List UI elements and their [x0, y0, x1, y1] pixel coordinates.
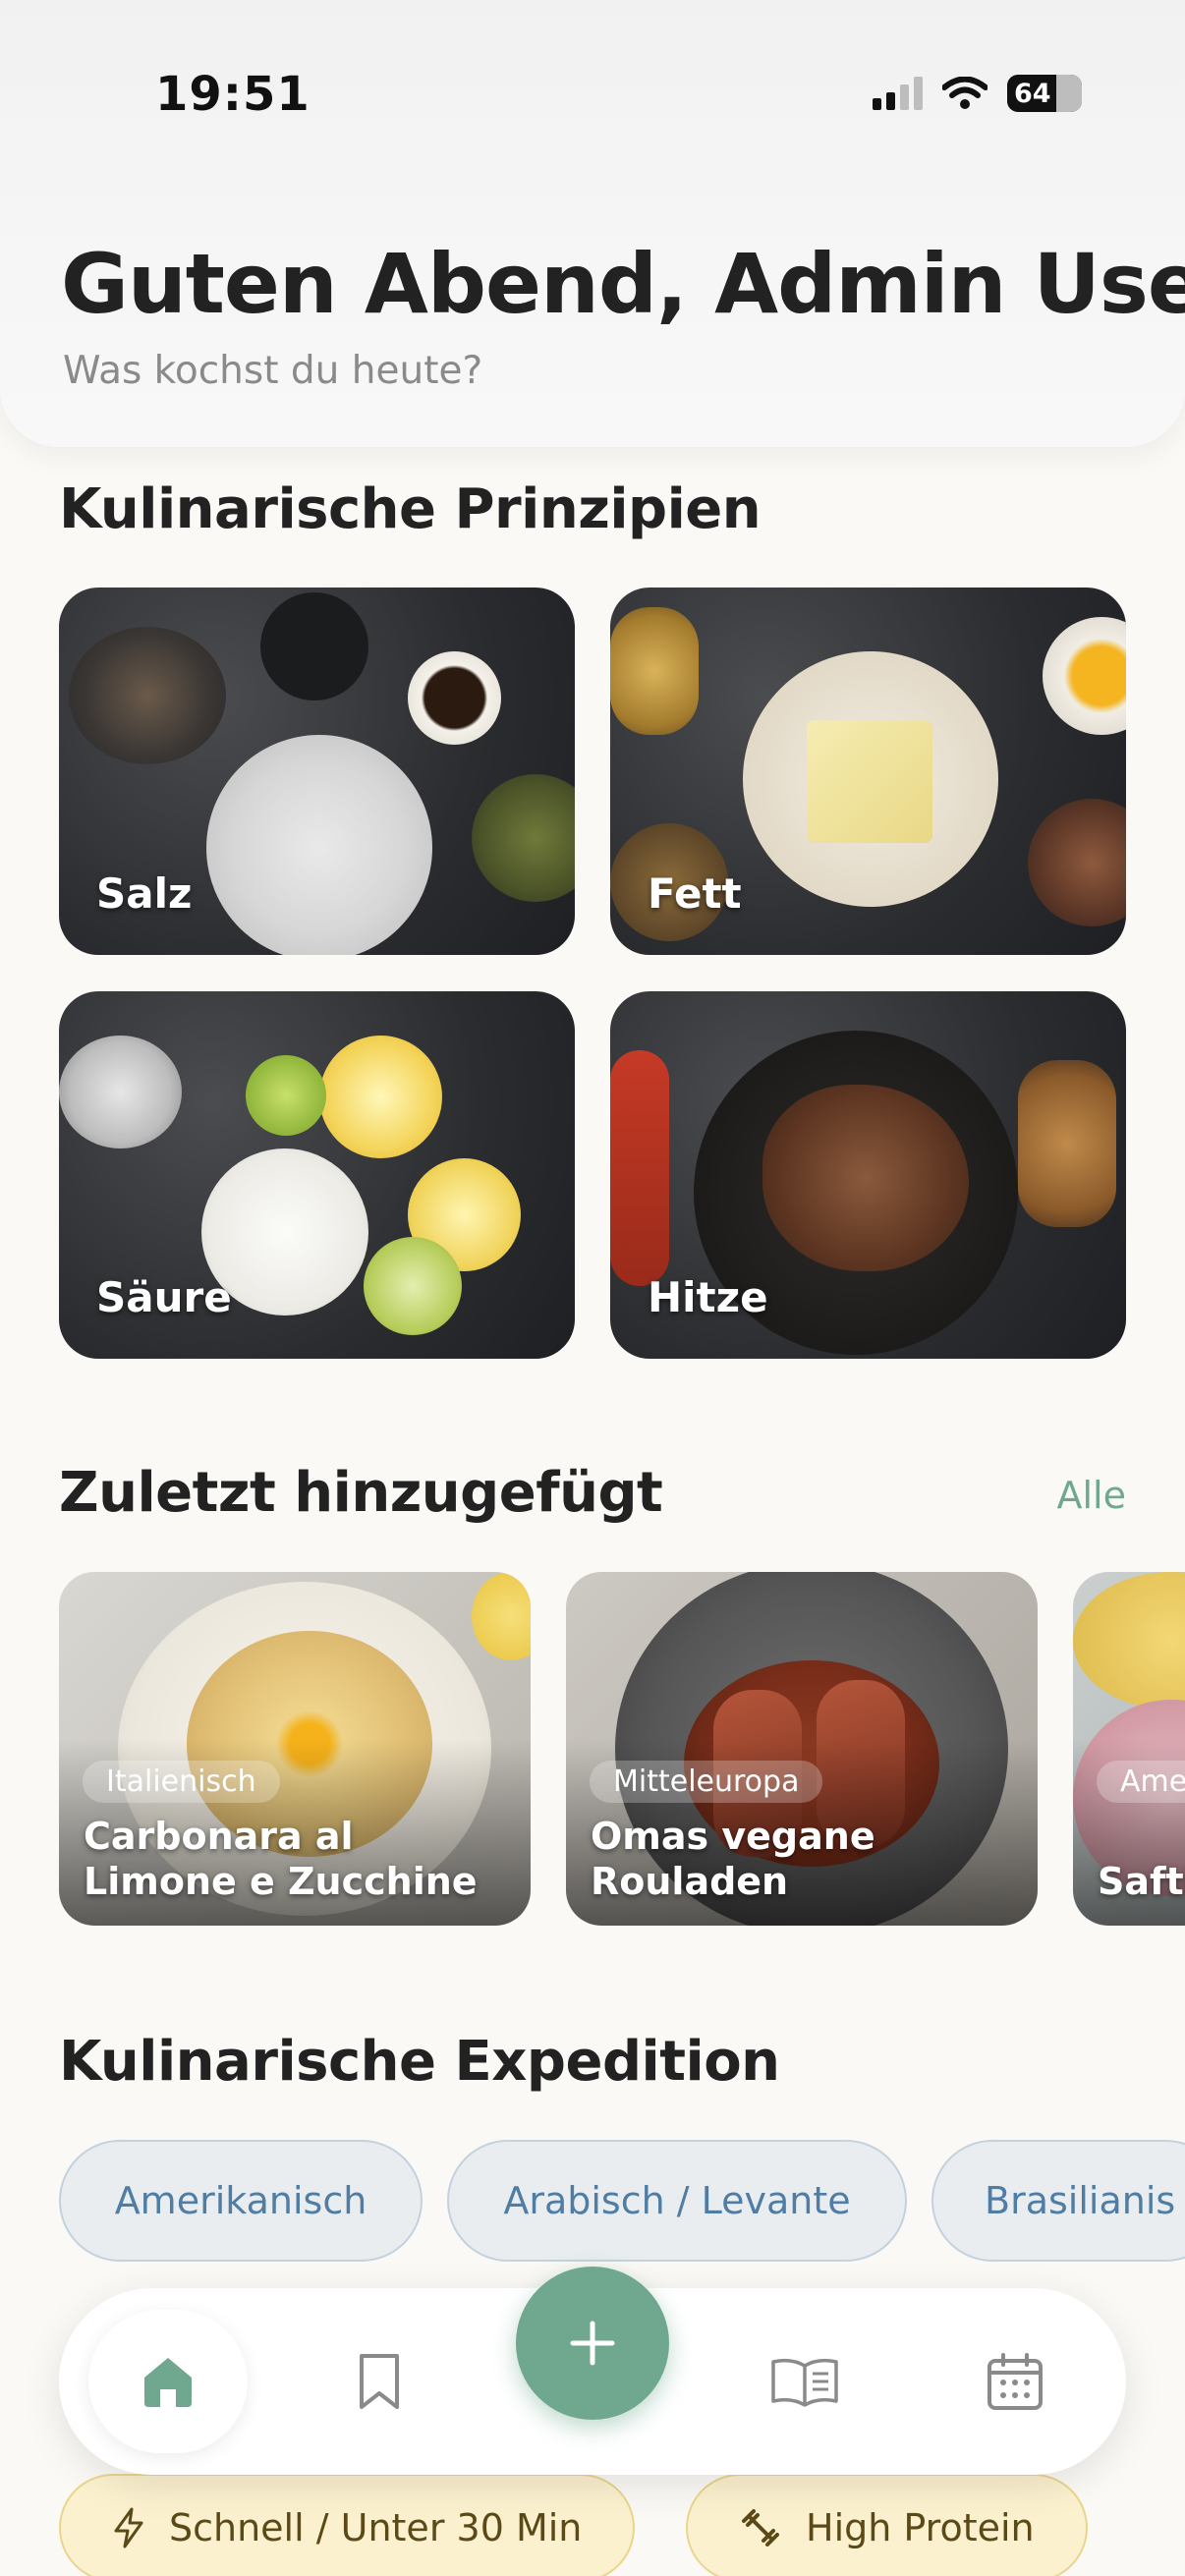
- battery-icon: 64: [1007, 75, 1082, 112]
- expedition-title: Kulinarische Expedition: [59, 2030, 780, 2094]
- nav-bookmarks[interactable]: [318, 2321, 440, 2442]
- principle-card-hitze[interactable]: Hitze: [610, 991, 1126, 1359]
- principles-title: Kulinarische Prinzipien: [59, 477, 762, 541]
- principle-label: Salz: [96, 869, 193, 918]
- filter-chip-schnell[interactable]: Schnell / Unter 30 Min: [59, 2474, 636, 2576]
- dumbbell-icon: [742, 2509, 779, 2547]
- principle-card-saeure[interactable]: Säure: [59, 991, 575, 1359]
- nav-cookbook[interactable]: [744, 2321, 866, 2442]
- book-icon: [771, 2358, 838, 2407]
- recipe-title: Safti Bana: [1098, 1860, 1185, 1903]
- chip-amerikanisch[interactable]: Amerikanisch: [59, 2140, 423, 2262]
- nav-home[interactable]: [88, 2310, 248, 2453]
- lightning-icon: [114, 2507, 143, 2548]
- greeting-subtitle: Was kochst du heute?: [63, 349, 483, 393]
- principle-label: Fett: [648, 869, 742, 918]
- recipe-title: Carbonara al Limone e Zucchine: [84, 1815, 478, 1903]
- recipe-card-carbonara[interactable]: Italienisch Carbonara al Limone e Zucchi…: [59, 1572, 531, 1926]
- nav-planner[interactable]: [954, 2321, 1076, 2442]
- status-icons: 64: [873, 75, 1082, 112]
- home-icon: [144, 2358, 192, 2407]
- chip-arabisch-levante[interactable]: Arabisch / Levante: [447, 2140, 907, 2262]
- wifi-icon: [942, 77, 988, 109]
- bookmark-icon: [360, 2354, 399, 2409]
- header: 19:51 64 Guten Abend, Admin Use... Was k…: [0, 0, 1185, 447]
- recipe-title: Omas vegane Rouladen: [591, 1815, 875, 1903]
- principle-label: Säure: [96, 1273, 232, 1321]
- principle-card-salz[interactable]: Salz: [59, 588, 575, 955]
- battery-level: 64: [1014, 78, 1051, 109]
- filter-chip-high-protein[interactable]: High Protein: [686, 2474, 1088, 2576]
- recent-title: Zuletzt hinzugefügt: [59, 1461, 663, 1525]
- greeting-title: Guten Abend, Admin Use...: [61, 236, 1185, 332]
- recipe-card-rouladen[interactable]: Mitteleuropa Omas vegane Rouladen: [566, 1572, 1038, 1926]
- cuisine-tag: Ame: [1097, 1761, 1185, 1803]
- calendar-icon: [988, 2353, 1043, 2410]
- add-recipe-button[interactable]: [516, 2267, 669, 2420]
- filter-label: High Protein: [806, 2506, 1035, 2549]
- recipe-card-partial[interactable]: Ame Safti Bana: [1073, 1572, 1185, 1926]
- signal-icon: [873, 77, 923, 110]
- bottom-nav: [59, 2267, 1126, 2475]
- cuisine-tag: Mitteleuropa: [590, 1761, 823, 1803]
- chip-brasilianisch[interactable]: Brasilianis: [931, 2140, 1185, 2262]
- status-time: 19:51: [155, 67, 310, 122]
- cuisine-tag: Italienisch: [83, 1761, 280, 1803]
- see-all-link[interactable]: Alle: [1057, 1474, 1127, 1517]
- home-screen: 19:51 64 Guten Abend, Admin Use... Was k…: [0, 0, 1185, 2576]
- filter-label: Schnell / Unter 30 Min: [169, 2506, 583, 2549]
- principle-card-fett[interactable]: Fett: [610, 588, 1126, 955]
- principle-label: Hitze: [648, 1273, 768, 1321]
- plus-icon: [570, 2321, 615, 2366]
